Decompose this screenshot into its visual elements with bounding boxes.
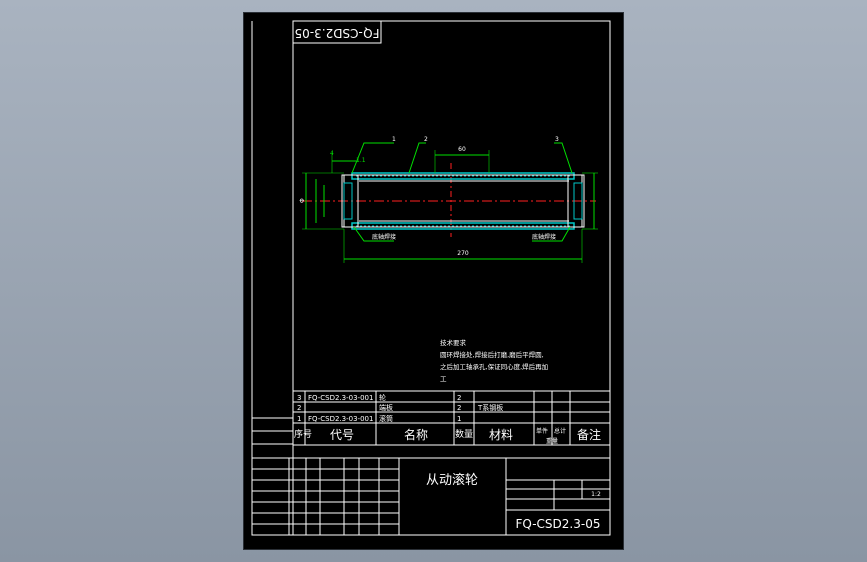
- bom-row-1-seq: 3: [297, 394, 301, 402]
- drawing-sheet: FQ-CSD2.3-05 Φ 4 1.1 60 270 1 2 3 底轴焊接 底…: [244, 13, 623, 549]
- tech-req-line-1: 圆环焊接处,焊接后打磨,磨后平焊圆,: [440, 350, 544, 359]
- part-name: 从动滚轮: [426, 472, 478, 488]
- tech-req-line-2: 之后加工轴承孔,保证同心度,焊后再加: [440, 362, 548, 371]
- bom-row-3-name: 滚筒: [379, 414, 393, 423]
- bom-row-1-name: 轮: [379, 393, 386, 402]
- leader-2: [408, 142, 426, 174]
- bom-row-3-seq: 1: [297, 415, 301, 423]
- left-stamp-block: [251, 417, 294, 459]
- dim-top-left-label: 4: [330, 150, 334, 157]
- leader-2-num: 2: [424, 136, 428, 143]
- weld-note-left: 底轴焊接: [372, 233, 396, 241]
- dim-270-label: 270: [457, 250, 469, 257]
- bom-header-code: 代号: [330, 428, 354, 442]
- bom-row-2-qty: 2: [457, 404, 461, 412]
- tech-requirements: 技术要求 圆环焊接处,焊接后打磨,磨后平焊圆, 之后加工轴承孔,保证同心度,焊后…: [440, 338, 548, 383]
- bom-row-2-material: T系钢板: [477, 403, 503, 412]
- cad-drawing: FQ-CSD2.3-05 Φ 4 1.1 60 270 1 2 3 底轴焊接 底…: [251, 20, 611, 536]
- leader-3-num: 3: [555, 136, 559, 143]
- tech-req-title: 技术要求: [440, 338, 467, 347]
- bom-header-note: 备注: [577, 427, 601, 442]
- bom-row-3-qty: 1: [457, 415, 461, 423]
- code-box-text: FQ-CSD2.3-05: [295, 26, 380, 40]
- weld-note-right: 底轴焊接: [532, 233, 556, 241]
- bom-row-1-qty: 2: [457, 394, 461, 402]
- leader-1: [351, 142, 394, 174]
- bom-header-qty: 数量: [455, 428, 473, 440]
- bom-header-name: 名称: [404, 427, 428, 442]
- dim-60-label: 60: [458, 146, 466, 153]
- tech-req-line-3: 工: [440, 375, 447, 383]
- leader-1-num: 1: [392, 136, 396, 143]
- bom-row-1-code: FQ-CSD2.3-03-001: [308, 394, 373, 402]
- stamp-box: [251, 417, 294, 459]
- bom-header-material: 材料: [489, 428, 513, 442]
- leader-3: [554, 142, 573, 174]
- bom-row-2-seq: 2: [297, 404, 301, 412]
- bom-header-total: 总计: [554, 427, 566, 435]
- bom-header-unit: 单件: [536, 427, 548, 435]
- title-block: 从动滚轮 FQ-CSD2.3-05 1:2: [251, 457, 611, 536]
- bom-header-weight: 重量: [546, 437, 558, 445]
- bom-row-2-name: 端板: [379, 403, 393, 412]
- bom-row-3-code: FQ-CSD2.3-03-001: [308, 415, 373, 423]
- drawing-number: FQ-CSD2.3-05: [516, 517, 601, 531]
- bom-table: 3 FQ-CSD2.3-03-001 轮 2 2 端板 2 T系钢板 1 FQ-…: [293, 390, 610, 446]
- roller-drawing: Φ 4 1.1 60 270 1 2 3 底轴焊接 底轴焊接: [299, 136, 598, 263]
- dim-left-text-1: Φ: [299, 198, 306, 203]
- scale-value: 1:2: [591, 491, 601, 498]
- bom-header-seq: 序号: [294, 428, 312, 440]
